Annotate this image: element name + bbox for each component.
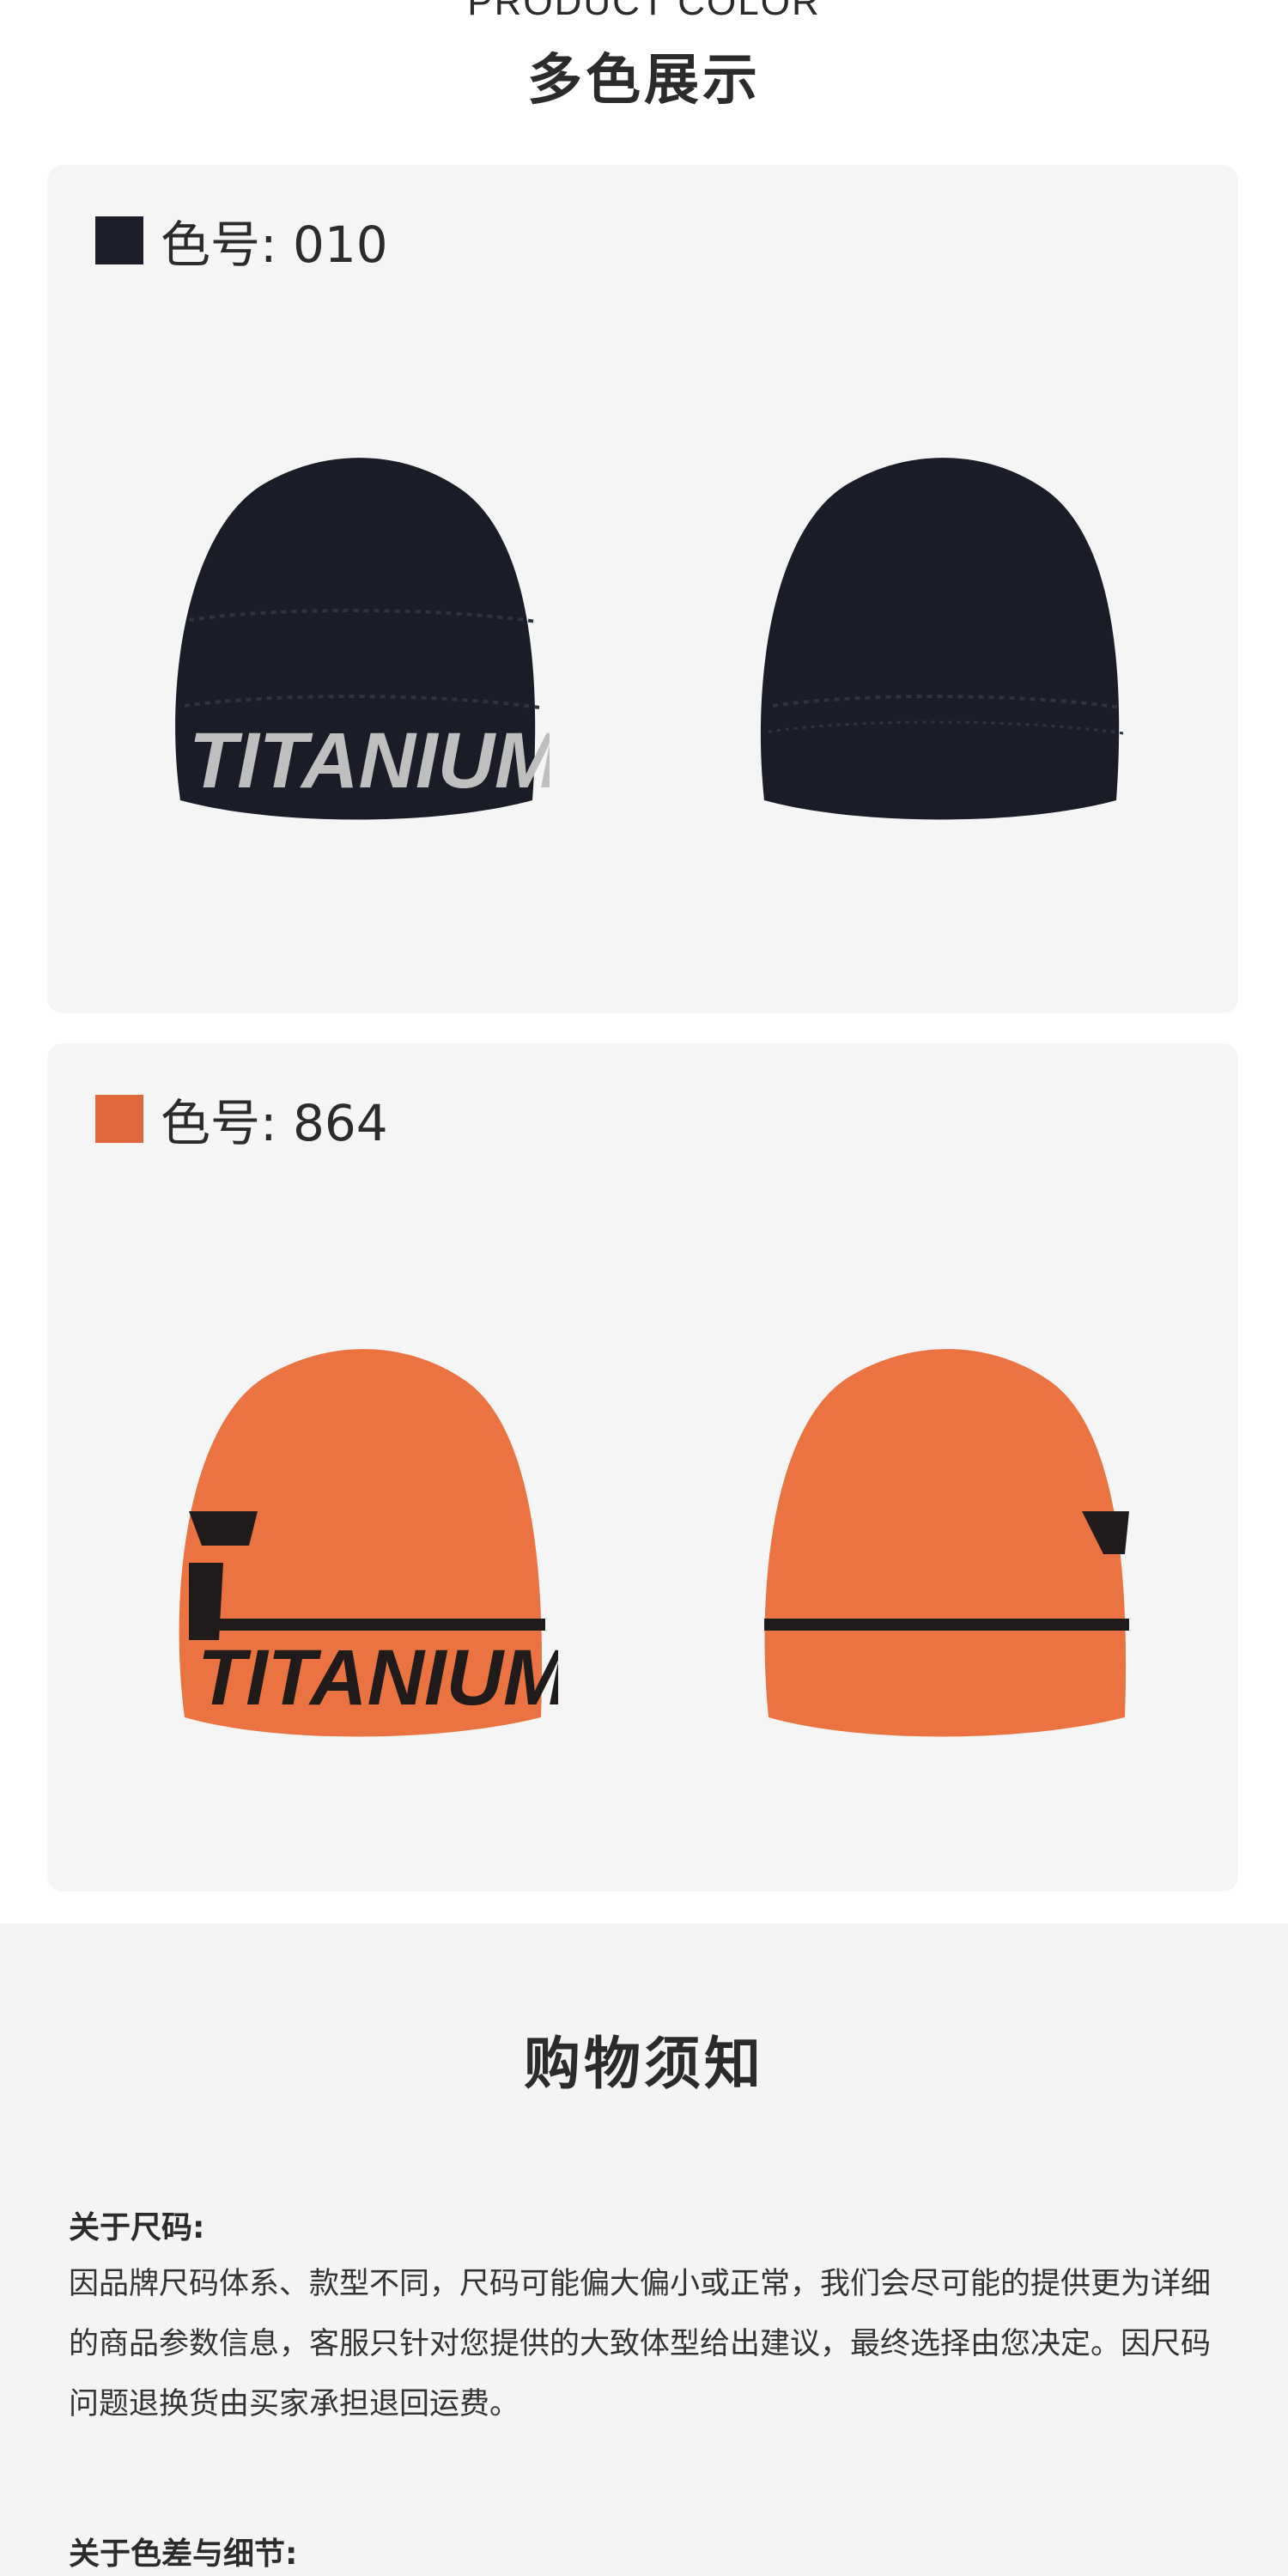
section-title-cn: 多色展示 xyxy=(527,49,761,112)
color-card-010: 色号: 010 TITANIUM xyxy=(47,165,1238,1013)
hat-front-image: TITANIUM xyxy=(155,1314,558,1743)
color-difference-heading: 关于色差与细节: xyxy=(69,2537,298,2572)
color-label-row: 色号: 864 xyxy=(95,1091,388,1152)
color-swatch-010 xyxy=(95,216,143,264)
size-heading: 关于尺码: xyxy=(69,2210,205,2245)
hat-logo-text: TITANIUM xyxy=(189,717,550,805)
color-swatch-864 xyxy=(95,1095,143,1143)
size-text: 因品牌尺码体系、款型不同，尺码可能偏大偏小或正常，我们会尽可能的提供更为详细的商… xyxy=(69,2267,1212,2421)
color-card-864: 色号: 864 TITANIUM xyxy=(47,1043,1238,1892)
notice-title: 购物须知 xyxy=(524,2031,764,2097)
section-header: PRODUCT COLOR 多色展示 xyxy=(0,0,1288,129)
hat-front-image: TITANIUM xyxy=(155,422,550,835)
section-title-en: PRODUCT COLOR xyxy=(467,0,821,23)
color-code-label: 色号: 864 xyxy=(161,1094,388,1152)
hat-back-image xyxy=(738,1314,1142,1743)
hat-logo-text: TITANIUM xyxy=(197,1634,558,1722)
color-label-row: 色号: 010 xyxy=(95,213,388,274)
color-code-label: 色号: 010 xyxy=(161,216,388,274)
shopping-notice-section: 购物须知 关于尺码: 因品牌尺码体系、款型不同，尺码可能偏大偏小或正常，我们会尽… xyxy=(0,1923,1288,2576)
hat-back-image xyxy=(738,422,1133,835)
